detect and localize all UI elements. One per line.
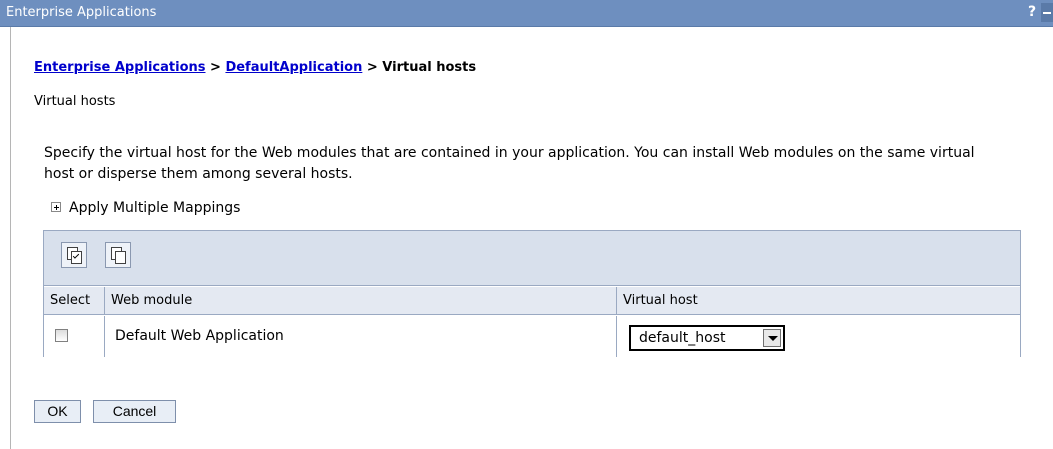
virtual-host-select[interactable]: default_host	[629, 325, 785, 351]
column-header-web-module: Web module	[105, 287, 617, 315]
breadcrumb: Enterprise Applications > DefaultApplica…	[34, 60, 476, 75]
breadcrumb-separator: >	[205, 60, 226, 75]
help-button[interactable]: ?	[1025, 4, 1039, 21]
deselect-all-button[interactable]	[105, 242, 131, 268]
minimize-button[interactable]	[1041, 3, 1053, 22]
page-title: Virtual hosts	[34, 94, 116, 109]
page-description: Specify the virtual host for the Web mod…	[44, 145, 975, 182]
row-select-checkbox[interactable]	[55, 329, 68, 342]
minimize-icon	[1043, 12, 1051, 14]
virtual-host-table: Select Web module Virtual host Default W…	[43, 230, 1021, 357]
column-header-virtual-host: Virtual host	[617, 287, 1020, 315]
breadcrumb-link-default-application[interactable]: DefaultApplication	[225, 60, 362, 75]
breadcrumb-current: Virtual hosts	[382, 60, 477, 75]
table-row-web-module: Default Web Application	[105, 316, 617, 357]
breadcrumb-separator: >	[362, 60, 383, 75]
apply-multiple-mappings-toggle[interactable]: Apply Multiple Mappings	[51, 200, 240, 216]
table-row-virtual-host-cell: default_host	[617, 316, 1020, 357]
ok-button[interactable]: OK	[34, 400, 81, 423]
table-row-select-cell	[44, 316, 105, 357]
column-header-select: Select	[44, 287, 105, 315]
breadcrumb-link-enterprise-applications[interactable]: Enterprise Applications	[34, 60, 206, 75]
expand-icon	[51, 202, 61, 212]
window-titlebar: Enterprise Applications ?	[0, 0, 1053, 27]
table-toolbar	[44, 231, 1020, 286]
panel-border	[10, 27, 11, 449]
window-title: Enterprise Applications	[6, 5, 157, 20]
apply-multiple-mappings-label: Apply Multiple Mappings	[69, 200, 241, 216]
virtual-host-select-value: default_host	[639, 330, 726, 346]
cancel-button[interactable]: Cancel	[93, 400, 176, 423]
select-all-button[interactable]	[61, 242, 87, 268]
dropdown-arrow-icon[interactable]	[763, 329, 781, 347]
